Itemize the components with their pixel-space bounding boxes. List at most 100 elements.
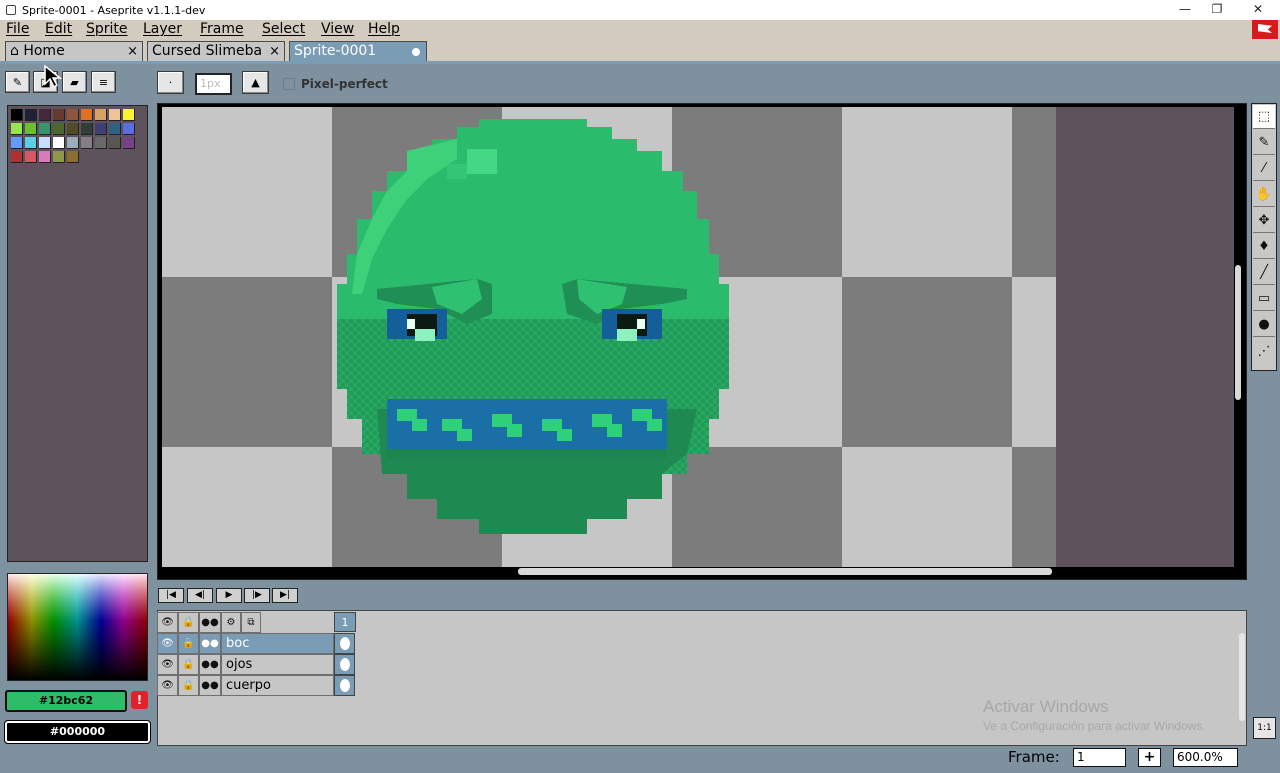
layer-boc-name[interactable]: boc: [221, 633, 334, 654]
layer-ojos-lock-icon[interactable]: 🔒: [178, 654, 199, 675]
layer-ojos-cel[interactable]: [334, 654, 355, 675]
palette-swatch[interactable]: [67, 123, 79, 135]
menu-layer[interactable]: Layer: [143, 20, 182, 39]
palette-swatch[interactable]: [11, 137, 23, 149]
header-onion-skin-icon[interactable]: ●●: [199, 612, 221, 633]
paint-bucket-tool[interactable]: ♦: [1253, 235, 1275, 259]
menu-edit[interactable]: Edit: [45, 20, 72, 39]
pixel-perfect-checkbox[interactable]: [283, 78, 295, 90]
header-gear-icon[interactable]: ⚙: [221, 612, 241, 633]
brush-size-input[interactable]: 1px: [195, 73, 232, 95]
play-button[interactable]: ▶: [216, 588, 242, 603]
palette-swatch[interactable]: [67, 109, 79, 121]
palette-swatch[interactable]: [11, 123, 23, 135]
tab-cursed-close-icon[interactable]: ×: [269, 42, 280, 61]
frame-1-header[interactable]: 1: [334, 612, 356, 632]
palette-swatch[interactable]: [39, 151, 51, 163]
palette-swatch[interactable]: [81, 109, 93, 121]
sprite-editor[interactable]: [162, 107, 1234, 567]
palette-swatch[interactable]: [53, 123, 65, 135]
palette-swatch[interactable]: [109, 123, 121, 135]
layer-cuerpo-cel[interactable]: [334, 675, 355, 696]
layer-boc-cel[interactable]: [334, 633, 355, 654]
tab-home-close-icon[interactable]: ×: [127, 42, 138, 61]
first-frame-button[interactable]: |◀: [158, 588, 184, 603]
header-layers-icon[interactable]: ⧉: [241, 612, 261, 633]
palette-swatch[interactable]: [123, 123, 135, 135]
menu-select[interactable]: Select: [262, 20, 305, 39]
timeline-scrollbar[interactable]: [1239, 633, 1245, 721]
options-button[interactable]: ≡: [91, 71, 116, 93]
zoom-1-1-button[interactable]: 1:1: [1253, 717, 1276, 739]
layer-ojos-eye-icon[interactable]: 👁: [157, 654, 178, 675]
tab-sprite-0001[interactable]: Sprite-0001: [289, 41, 427, 61]
brush-type-button[interactable]: ·: [157, 71, 184, 94]
palette-swatch[interactable]: [95, 137, 107, 149]
editor-vertical-scrollbar[interactable]: [1235, 265, 1241, 400]
color-spectrum[interactable]: [7, 573, 148, 681]
previous-frame-button[interactable]: ◀|: [187, 588, 213, 603]
add-frame-button[interactable]: +: [1138, 748, 1161, 767]
layer-boc-lock-icon[interactable]: 🔒: [178, 633, 199, 654]
palette-swatch[interactable]: [81, 137, 93, 149]
palette-swatch[interactable]: [39, 137, 51, 149]
move-tool[interactable]: ✥: [1253, 209, 1275, 233]
palette-swatch[interactable]: [67, 137, 79, 149]
palette-swatch[interactable]: [53, 151, 65, 163]
palette-swatch[interactable]: [11, 109, 23, 121]
layer-cuerpo-lock-icon[interactable]: 🔒: [178, 675, 199, 696]
menu-frame[interactable]: Frame: [200, 20, 244, 39]
layer-cuerpo-name[interactable]: cuerpo: [221, 675, 334, 696]
palette-swatch[interactable]: [53, 109, 65, 121]
menu-sprite[interactable]: Sprite: [86, 20, 128, 39]
zoom-level-input[interactable]: 600.0%: [1173, 748, 1238, 767]
palette-swatch[interactable]: [123, 137, 135, 149]
rectangle-tool[interactable]: ▭: [1253, 287, 1275, 311]
layer-ojos-onion-icon[interactable]: ●●: [199, 654, 221, 675]
blur-tool[interactable]: ⋰: [1253, 339, 1275, 363]
editor-horizontal-scrollbar[interactable]: [518, 568, 1052, 575]
palette-swatch[interactable]: [81, 123, 93, 135]
rectangular-marquee-tool[interactable]: ⬚: [1253, 105, 1275, 129]
palette-swatch[interactable]: [11, 151, 23, 163]
ink-type-button[interactable]: ▲: [242, 71, 269, 94]
pencil-tool[interactable]: ✎: [1253, 131, 1275, 155]
foreground-color-button[interactable]: #12bc62: [5, 690, 127, 712]
layer-ojos-name[interactable]: ojos: [221, 654, 334, 675]
eraser-mode-button[interactable]: ✎: [5, 71, 30, 93]
palette-swatch[interactable]: [39, 123, 51, 135]
menu-file[interactable]: File: [6, 20, 29, 39]
line-tool[interactable]: ╱: [1253, 261, 1275, 285]
layer-boc-onion-icon[interactable]: ●●: [199, 633, 221, 654]
background-color-button[interactable]: #000000: [4, 720, 151, 744]
warning-icon[interactable]: !: [131, 691, 148, 709]
palette-swatch[interactable]: [95, 123, 107, 135]
restore-button[interactable]: ❐: [1197, 0, 1237, 20]
layer-cuerpo-eye-icon[interactable]: 👁: [157, 675, 178, 696]
palette-swatch[interactable]: [109, 137, 121, 149]
menu-view[interactable]: View: [321, 20, 354, 39]
eyedropper-tool[interactable]: ⁄: [1253, 157, 1275, 181]
palette-swatch[interactable]: [25, 109, 37, 121]
palette-swatch[interactable]: [95, 109, 107, 121]
palette-swatch[interactable]: [53, 137, 65, 149]
frame-number-input[interactable]: 1: [1073, 748, 1126, 767]
hand-tool[interactable]: ✋: [1253, 183, 1275, 207]
palette-swatch[interactable]: [39, 109, 51, 121]
palette-swatch[interactable]: [25, 151, 37, 163]
menu-help[interactable]: Help: [368, 20, 400, 39]
layer-cuerpo-onion-icon[interactable]: ●●: [199, 675, 221, 696]
palette-swatch[interactable]: [67, 151, 79, 163]
tab-home[interactable]: ⌂ Home ×: [5, 41, 143, 61]
header-lock-icon[interactable]: 🔒: [178, 612, 199, 633]
palette-swatch[interactable]: [109, 109, 121, 121]
contour-tool[interactable]: ●: [1253, 313, 1275, 337]
close-window-button[interactable]: ✕: [1238, 0, 1278, 20]
palette-swatch[interactable]: [123, 109, 135, 121]
palette-swatch[interactable]: [25, 123, 37, 135]
next-frame-button[interactable]: |▶: [244, 588, 270, 603]
layer-boc-eye-icon[interactable]: 👁: [157, 633, 178, 654]
last-frame-button[interactable]: ▶|: [272, 588, 298, 603]
palette-swatch[interactable]: [25, 137, 37, 149]
header-visibility-eye-icon[interactable]: 👁: [157, 612, 178, 633]
